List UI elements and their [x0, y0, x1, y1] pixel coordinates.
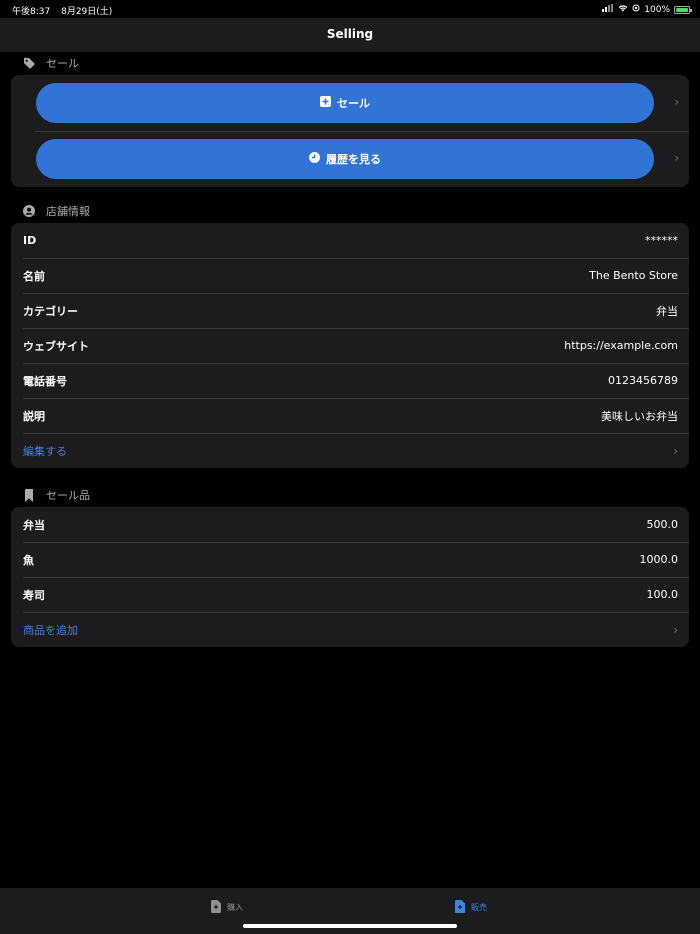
item-price: 1000.0: [639, 553, 679, 566]
list-item[interactable]: 弁当 500.0: [11, 507, 689, 542]
status-left: 午後8:37 8月29日(土): [12, 4, 120, 17]
row-value: https://example.com: [564, 339, 678, 352]
sale-items-group: 弁当 500.0 魚 1000.0 寿司 100.0 商品を追加 ›: [11, 507, 689, 647]
row-label: ウェブサイト: [23, 339, 89, 353]
edit-store-label: 編集する: [23, 444, 67, 458]
clock-icon: [309, 152, 320, 166]
item-name: 寿司: [23, 588, 45, 602]
item-name: 魚: [23, 553, 34, 567]
store-row-name: 名前 The Bento Store: [11, 258, 689, 293]
store-row-id: ID ******: [11, 223, 689, 258]
row-value: ******: [645, 234, 678, 247]
battery-percent: 100%: [644, 4, 670, 15]
row-label: 名前: [23, 269, 45, 283]
row-value: 0123456789: [608, 374, 678, 387]
status-time: 午後8:37: [12, 7, 51, 17]
list-item[interactable]: 寿司 100.0: [11, 577, 689, 612]
store-row-category: カテゴリー 弁当: [11, 293, 689, 328]
items-section-title: セール品: [46, 489, 90, 502]
edit-store-link[interactable]: 編集する ›: [11, 433, 689, 468]
history-row[interactable]: 履歴を見る ›: [11, 131, 689, 187]
battery-icon: [674, 5, 692, 14]
list-item[interactable]: 魚 1000.0: [11, 542, 689, 577]
status-right: 100%: [602, 4, 692, 15]
sale-section-title: セール: [46, 57, 79, 70]
page-title: Selling: [326, 27, 374, 41]
store-row-description: 説明 美味しいお弁当: [11, 398, 689, 433]
add-item-label: 商品を追加: [23, 623, 78, 637]
items-section-header: セール品: [22, 487, 90, 503]
status-date: 8月29日(土): [61, 7, 113, 17]
wifi-icon: [618, 4, 628, 15]
tab-selling-label: 販売: [471, 903, 487, 912]
sale-button-label: セール: [337, 97, 370, 110]
sale-button[interactable]: セール: [36, 83, 654, 123]
chevron-right-icon: ›: [673, 443, 678, 458]
chevron-right-icon: ›: [674, 151, 679, 165]
store-row-website: ウェブサイト https://example.com: [11, 328, 689, 363]
store-section-title: 店舗情報: [46, 205, 90, 218]
tab-purchase-label: 購入: [227, 903, 243, 912]
row-value: The Bento Store: [589, 269, 678, 282]
item-name: 弁当: [23, 518, 45, 532]
sale-section-header: セール: [22, 55, 79, 71]
chevron-right-icon: ›: [673, 622, 678, 637]
store-row-phone: 電話番号 0123456789: [11, 363, 689, 398]
add-item-link[interactable]: 商品を追加 ›: [11, 612, 689, 647]
document-icon: [455, 900, 465, 915]
history-button-label: 履歴を見る: [326, 153, 381, 166]
document-icon: [211, 900, 221, 915]
bookmark-icon: [22, 488, 36, 502]
row-value: 美味しいお弁当: [601, 409, 678, 423]
row-value: 弁当: [656, 304, 678, 318]
home-indicator: [243, 924, 457, 928]
history-button[interactable]: 履歴を見る: [36, 139, 654, 179]
status-bar: 午後8:37 8月29日(土) 100%: [0, 0, 700, 18]
row-label: 説明: [23, 409, 45, 423]
nav-bar: Selling: [0, 18, 700, 52]
person-circle-icon: [22, 205, 36, 217]
chevron-right-icon: ›: [674, 95, 679, 109]
row-label: ID: [23, 234, 37, 247]
item-price: 500.0: [646, 518, 679, 531]
tab-purchase[interactable]: 購入: [211, 900, 243, 915]
store-section-header: 店舗情報: [22, 203, 90, 219]
tab-selling[interactable]: 販売: [455, 900, 487, 915]
location-icon: [632, 4, 640, 15]
plus-square-icon: [320, 96, 331, 110]
sale-actions-group: セール › 履歴を見る ›: [11, 75, 689, 187]
tag-icon: [22, 57, 36, 70]
row-label: カテゴリー: [23, 304, 78, 318]
sale-row[interactable]: セール ›: [11, 75, 689, 131]
store-info-group: ID ****** 名前 The Bento Store カテゴリー 弁当 ウェ…: [11, 223, 689, 468]
signal-icon: [602, 4, 614, 15]
item-price: 100.0: [646, 588, 679, 601]
row-label: 電話番号: [23, 374, 67, 388]
